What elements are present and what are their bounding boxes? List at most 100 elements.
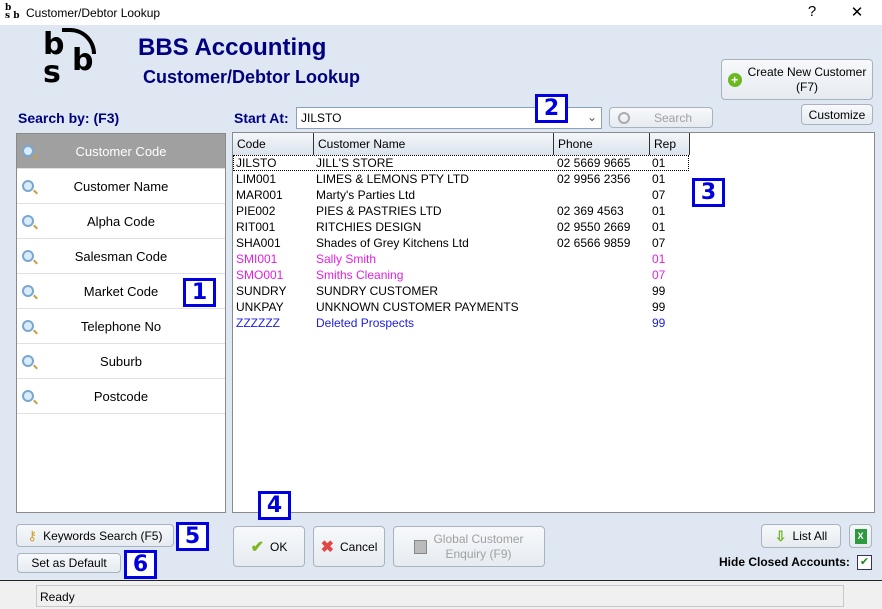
close-button[interactable]: ✕ <box>842 3 872 23</box>
cell-name: Marty's Parties Ltd <box>316 188 415 202</box>
table-row[interactable]: PIE002PIES & PASTRIES LTD02 369 456301 <box>233 203 689 219</box>
arrow-down-icon: ⇩ <box>775 528 787 545</box>
cell-name: JILL'S STORE <box>316 156 393 170</box>
magnifier-icon <box>22 250 34 262</box>
cell-rep: 01 <box>652 252 665 266</box>
column-header-code[interactable]: Code <box>233 133 314 155</box>
table-row[interactable]: LIM001 LIMES & LEMONS PTY LTD 02 9956 2356… <box>233 171 689 187</box>
customize-button[interactable]: Customize <box>801 104 873 125</box>
cell-code: JILSTO <box>236 156 276 170</box>
search-by-item[interactable]: Postcode <box>17 379 225 414</box>
cell-name: UNKNOWN CUSTOMER PAYMENTS <box>316 300 519 314</box>
table-row[interactable]: RIT001 RITCHIES DESIGN 02 9550 2669 01 <box>233 219 689 235</box>
status-text: Ready <box>36 585 844 607</box>
cell-name: RITCHIES DESIGN <box>316 220 421 234</box>
window-title: Customer/Debtor Lookup <box>26 6 160 20</box>
magnifier-icon <box>22 215 34 227</box>
list-all-button[interactable]: ⇩ List All <box>761 524 841 548</box>
status-bar: Ready <box>0 580 882 609</box>
magnifier-icon <box>22 320 34 332</box>
column-header-phone[interactable]: Phone <box>554 133 650 155</box>
search-by-item[interactable]: Salesman Code <box>17 239 225 274</box>
cell-name: SUNDRY CUSTOMER <box>316 284 438 298</box>
global-enquiry-label-1: Global Customer <box>433 532 523 546</box>
cell-code: SMO001 <box>236 268 283 282</box>
global-customer-enquiry-button[interactable]: Global CustomerEnquiry (F9) <box>393 526 545 567</box>
create-new-label: Create New Customer <box>748 65 867 79</box>
callout-2: 2 <box>535 94 568 123</box>
cell-phone: 02 5669 9665 <box>557 156 630 170</box>
hide-closed-accounts-checkbox[interactable]: ✔ <box>857 555 872 570</box>
keywords-search-button[interactable]: ⚷ Keywords Search (F5) <box>16 524 174 547</box>
cell-code: PIE002 <box>236 204 275 218</box>
cell-code: RIT001 <box>236 220 275 234</box>
cell-rep: 07 <box>652 236 665 250</box>
column-header-name[interactable]: Customer Name <box>314 133 554 155</box>
ok-button[interactable]: ✔ OK <box>233 526 305 567</box>
search-icon <box>618 112 630 124</box>
start-at-value: JILSTO <box>301 111 341 125</box>
cell-code: MAR001 <box>236 188 283 202</box>
cell-code: ZZZZZZ <box>236 316 280 330</box>
search-by-list: Customer Code Customer Name Alpha Code Sale… <box>16 133 226 513</box>
table-row[interactable]: MAR001Marty's Parties Ltd07 <box>233 187 689 203</box>
help-button[interactable]: ? <box>797 3 827 23</box>
cell-phone: 02 6566 9859 <box>557 236 630 250</box>
cell-code: UNKPAY <box>236 300 284 314</box>
start-at-label: Start At: <box>234 110 289 126</box>
bbs-logo: bsb <box>40 32 102 90</box>
search-by-item[interactable]: Suburb <box>17 344 225 379</box>
export-excel-button[interactable]: X <box>849 524 872 548</box>
search-by-item-label: Postcode <box>94 389 148 404</box>
cancel-label: Cancel <box>340 540 377 554</box>
global-enquiry-label-2: Enquiry (F9) <box>445 547 511 561</box>
search-by-item-label: Salesman Code <box>75 249 168 264</box>
cell-name: LIMES & LEMONS PTY LTD <box>316 172 469 186</box>
create-new-customer-button[interactable]: + Create New Customer(F7) <box>721 59 873 100</box>
cancel-button[interactable]: ✖ Cancel <box>313 526 385 567</box>
set-as-default-button[interactable]: Set as Default <box>17 553 121 573</box>
cell-name: Deleted Prospects <box>316 316 414 330</box>
customer-grid[interactable]: Code Customer Name Phone Rep JILSTO JILL'… <box>232 132 875 513</box>
table-row[interactable]: JILSTOJILL'S STORE02 5669 966501 <box>233 155 689 171</box>
cell-name: Shades of Grey Kitchens Ltd <box>316 236 469 250</box>
plus-circle-icon: + <box>728 73 742 87</box>
magnifier-icon <box>22 180 34 192</box>
x-icon: ✖ <box>321 537 334 557</box>
cell-rep: 99 <box>652 284 665 298</box>
search-by-item[interactable]: Customer Name <box>17 169 225 204</box>
ok-label: OK <box>270 540 287 554</box>
search-label: Search <box>654 111 692 125</box>
search-by-item-label: Customer Name <box>74 179 169 194</box>
cell-rep: 99 <box>652 300 665 314</box>
cell-code: LIM001 <box>236 172 276 186</box>
keywords-label: Keywords Search (F5) <box>43 529 162 543</box>
column-header-rep[interactable]: Rep <box>650 133 690 155</box>
cell-name: PIES & PASTRIES LTD <box>316 204 442 218</box>
table-row[interactable]: SMO001Smiths Cleaning07 <box>233 267 689 283</box>
magnifier-icon <box>22 390 34 402</box>
table-row[interactable]: SMI001Sally Smith01 <box>233 251 689 267</box>
table-row[interactable]: UNKPAY UNKNOWN CUSTOMER PAYMENTS 99 <box>233 299 689 315</box>
cell-rep: 99 <box>652 316 665 330</box>
search-by-item-label: Customer Code <box>75 144 166 159</box>
search-by-item[interactable]: Alpha Code <box>17 204 225 239</box>
cell-code: SHA001 <box>236 236 281 250</box>
search-button[interactable]: Search <box>609 107 713 128</box>
search-by-item-label: Alpha Code <box>87 214 155 229</box>
table-row[interactable]: SUNDRY SUNDRY CUSTOMER 99 <box>233 283 689 299</box>
cell-code: SUNDRY <box>236 284 286 298</box>
chevron-down-icon[interactable]: ⌄ <box>587 110 597 124</box>
magnifier-icon <box>22 285 34 297</box>
cell-rep: 01 <box>652 220 665 234</box>
table-row[interactable]: SHA001 Shades of Grey Kitchens Ltd 02 6566… <box>233 235 689 251</box>
search-by-label: Search by: (F3) <box>18 110 119 126</box>
table-row[interactable]: ZZZZZZ Deleted Prospects 99 <box>233 315 689 331</box>
cell-name: Smiths Cleaning <box>316 268 403 282</box>
callout-5: 5 <box>176 522 209 551</box>
cell-phone: 02 9956 2356 <box>557 172 630 186</box>
search-by-item[interactable]: Telephone No <box>17 309 225 344</box>
search-by-item[interactable]: Customer Code <box>17 134 225 169</box>
list-all-label: List All <box>793 529 828 543</box>
cell-phone: 02 9550 2669 <box>557 220 630 234</box>
